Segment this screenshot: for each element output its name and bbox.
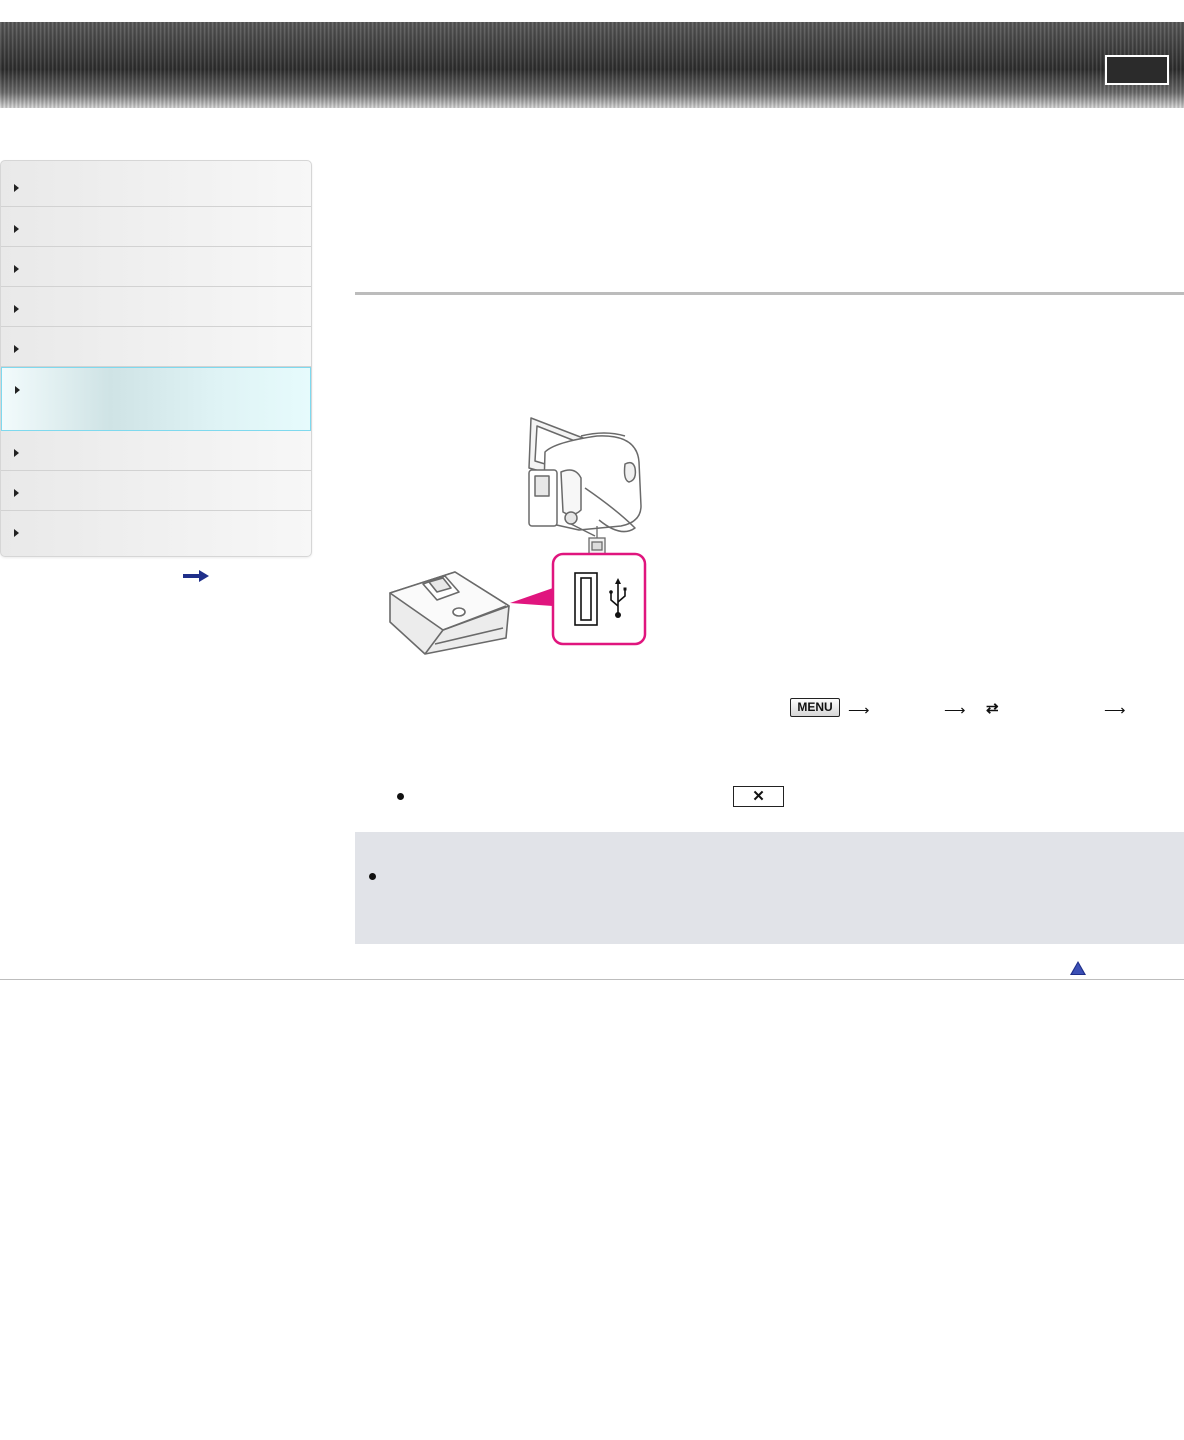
right-arrow-icon[interactable] [183, 570, 209, 582]
camcorder-icon [528, 417, 642, 537]
sidebar-item-9[interactable] [1, 511, 311, 556]
connection-illustration [389, 417, 647, 655]
menu-button[interactable]: MENU [790, 698, 840, 717]
sidebar-item-8[interactable] [1, 471, 311, 511]
dvd-writer-icon [389, 571, 510, 655]
triangle-bullet-icon [14, 529, 19, 537]
sidebar-item-6-active[interactable] [1, 367, 311, 431]
right-arrow-icon: ⟶ [1104, 702, 1126, 719]
right-arrow-icon: ⟶ [944, 702, 966, 719]
triangle-bullet-icon [14, 305, 19, 313]
footer-divider [0, 979, 1184, 980]
triangle-bullet-icon [15, 386, 20, 394]
triangle-bullet-icon [14, 345, 19, 353]
triangle-bullet-icon [14, 265, 19, 273]
menu-path: MENU ⟶ ⟶ ⇄ ⟶ [790, 698, 1184, 722]
sidebar-item-2[interactable] [1, 207, 311, 247]
triangle-bullet-icon [14, 184, 19, 192]
sidebar-item-1[interactable] [1, 161, 311, 207]
header-box-button[interactable] [1105, 55, 1169, 85]
header-bar [0, 22, 1184, 108]
swap-arrows-icon: ⇄ [986, 700, 999, 717]
close-button[interactable]: ✕ [733, 786, 784, 807]
triangle-bullet-icon [14, 225, 19, 233]
triangle-bullet-icon [14, 489, 19, 497]
note-box [355, 832, 1184, 944]
sidebar-item-7[interactable] [1, 431, 311, 471]
usb-port-callout [510, 552, 647, 646]
sidebar-item-3[interactable] [1, 247, 311, 287]
up-triangle-icon[interactable] [1069, 960, 1087, 976]
title-divider [355, 292, 1184, 295]
triangle-bullet-icon [14, 449, 19, 457]
bullet-icon [397, 793, 404, 800]
sidebar-item-4[interactable] [1, 287, 311, 327]
right-arrow-icon: ⟶ [848, 702, 870, 719]
bullet-icon [369, 873, 376, 880]
sidebar-item-5[interactable] [1, 327, 311, 367]
sidebar-nav [0, 160, 312, 557]
